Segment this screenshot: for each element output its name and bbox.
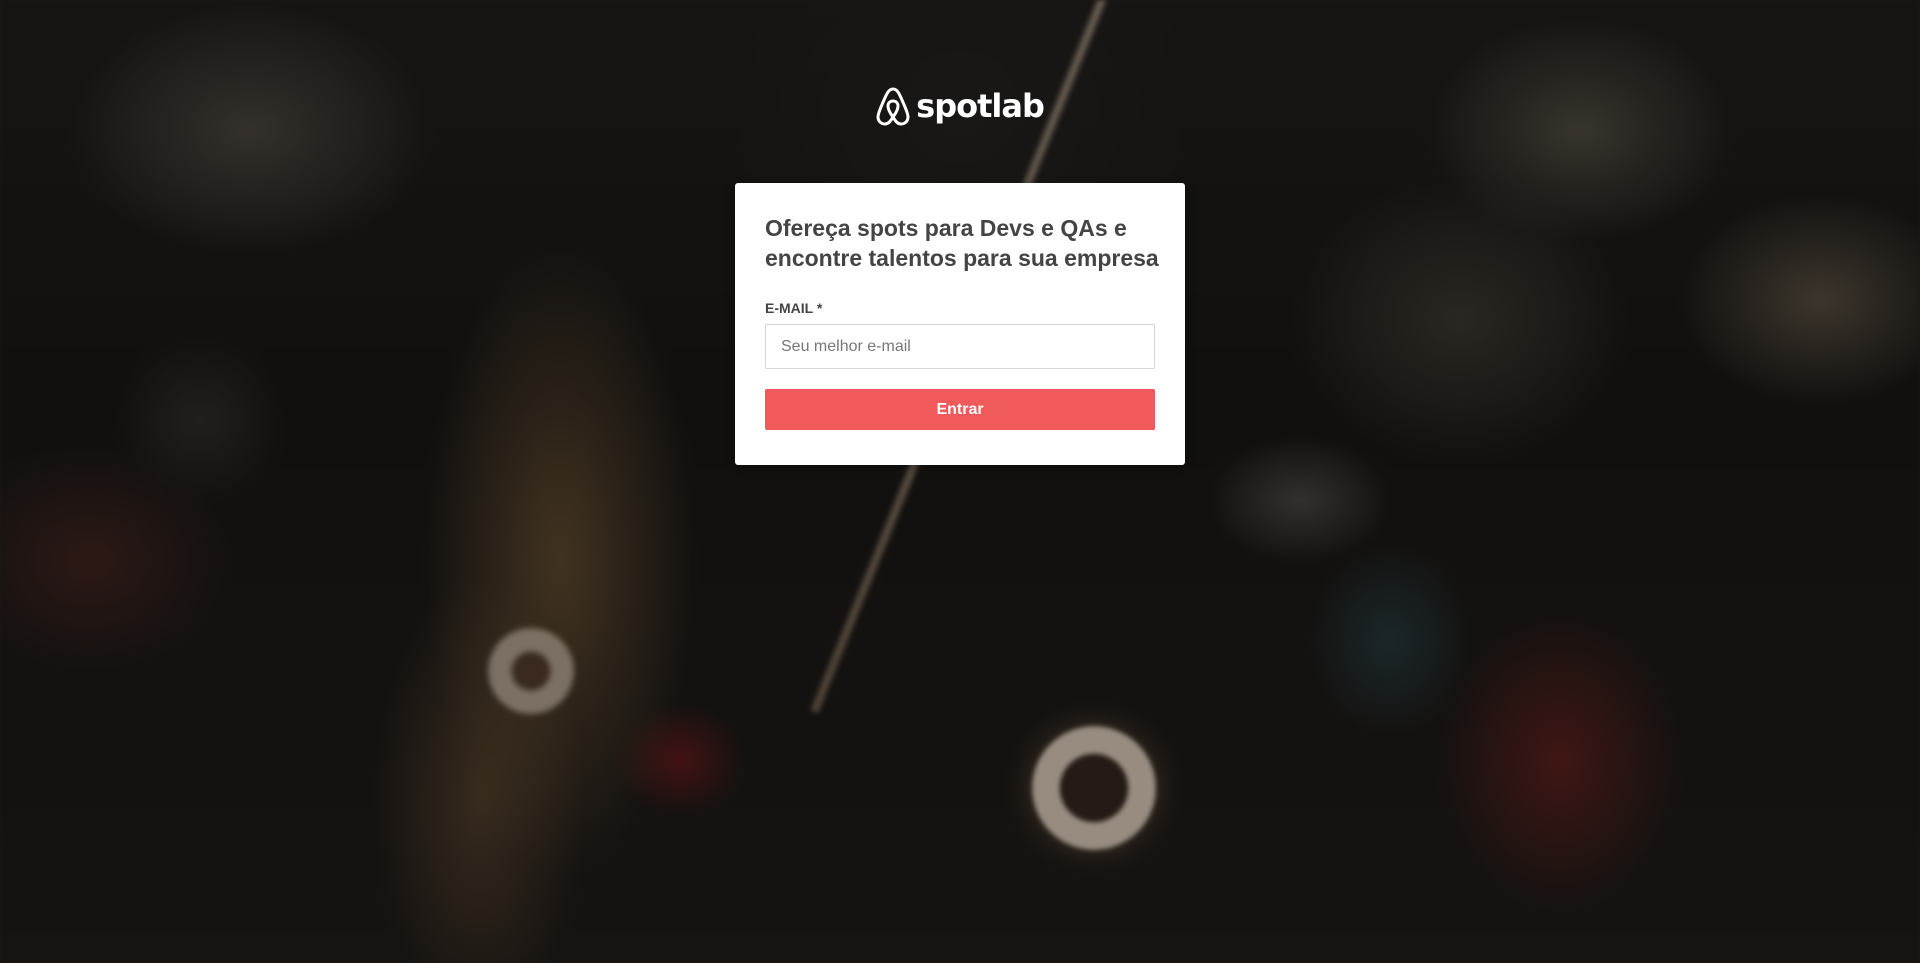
- belo-icon: [876, 86, 910, 126]
- background-overlay: [0, 0, 1920, 963]
- email-label: E-MAIL *: [765, 300, 823, 316]
- brand-name: spotlab: [916, 87, 1045, 125]
- enter-button[interactable]: Entrar: [765, 389, 1155, 430]
- brand-logo: spotlab: [0, 86, 1920, 126]
- card-title: Ofereça spots para Devs e QAs e encontre…: [765, 215, 1159, 271]
- background-image: [0, 0, 1920, 963]
- email-input[interactable]: [765, 324, 1155, 369]
- signup-card: Ofereça spots para Devs e QAs e encontre…: [735, 183, 1185, 465]
